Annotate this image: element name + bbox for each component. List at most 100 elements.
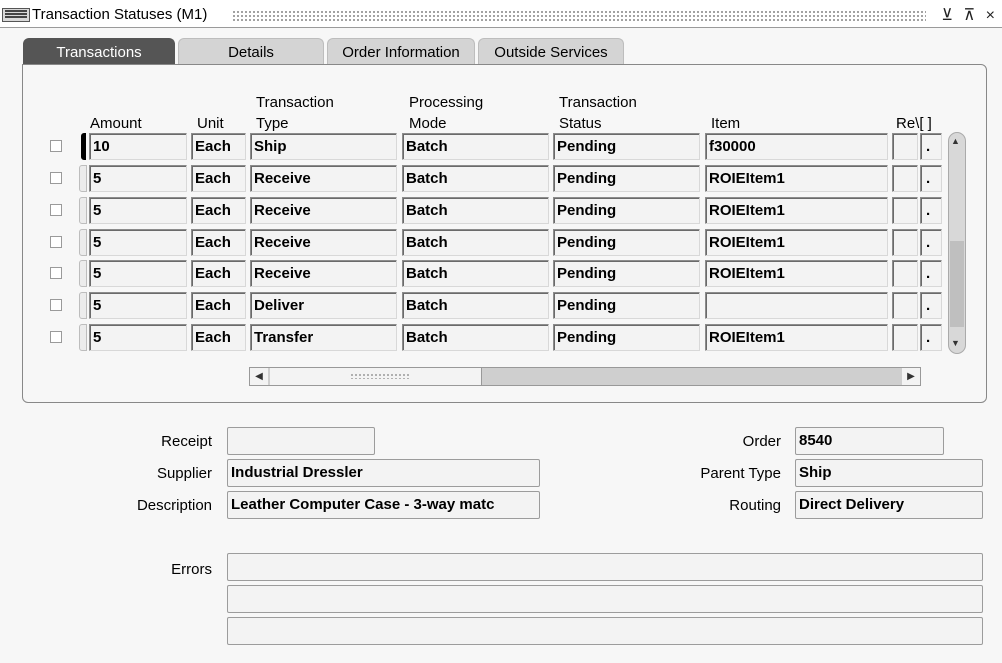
amount-cell[interactable]: 5: [89, 292, 187, 319]
processing-mode-cell[interactable]: Batch: [402, 165, 549, 192]
row-select-checkbox[interactable]: [50, 236, 62, 248]
column-header-processing-mode-line1: Processing: [409, 94, 484, 111]
processing-mode-cell[interactable]: Batch: [402, 197, 549, 224]
record-indicator[interactable]: [79, 197, 87, 224]
transaction-type-cell[interactable]: Receive: [250, 229, 397, 256]
vertical-scroll-thumb[interactable]: [950, 241, 964, 327]
errors-field-line-3[interactable]: [227, 617, 983, 645]
unit-cell[interactable]: Each: [191, 260, 246, 287]
horizontal-scroll-thumb[interactable]: [270, 368, 482, 385]
processing-mode-cell[interactable]: Batch: [402, 229, 549, 256]
item-cell[interactable]: ROIEItem1: [705, 260, 888, 287]
column-header-transaction-type-line1: Transaction: [256, 94, 334, 111]
row-select-checkbox[interactable]: [50, 172, 62, 184]
revision-cell[interactable]: [892, 229, 918, 256]
item-cell[interactable]: ROIEItem1: [705, 229, 888, 256]
supplier-label: Supplier: [156, 465, 212, 482]
amount-cell[interactable]: 5: [89, 229, 187, 256]
column-header-unit: Unit: [197, 115, 224, 132]
revision-cell[interactable]: [892, 197, 918, 224]
revision-cell[interactable]: [892, 133, 918, 160]
tab-outside-services[interactable]: Outside Services: [478, 38, 624, 66]
revision-cell[interactable]: [892, 165, 918, 192]
window-controls[interactable]: ⊻ ⊼ ×: [941, 5, 998, 25]
row-select-checkbox[interactable]: [50, 204, 62, 216]
parent-type-field[interactable]: Ship: [795, 459, 983, 487]
lov-button[interactable]: .: [920, 260, 942, 287]
receipt-field[interactable]: [227, 427, 375, 455]
lov-button[interactable]: .: [920, 165, 942, 192]
row-select-checkbox[interactable]: [50, 140, 62, 152]
routing-field[interactable]: Direct Delivery: [795, 491, 983, 519]
tab-order-information[interactable]: Order Information: [327, 38, 475, 66]
lov-button[interactable]: .: [920, 229, 942, 256]
grid-vertical-scrollbar[interactable]: ▲ ▼: [948, 132, 966, 354]
grid-horizontal-scrollbar[interactable]: ◀ ▶: [249, 367, 921, 386]
record-indicator[interactable]: [79, 165, 87, 192]
amount-cell[interactable]: 5: [89, 165, 187, 192]
processing-mode-cell[interactable]: Batch: [402, 292, 549, 319]
transaction-type-cell[interactable]: Receive: [250, 165, 397, 192]
scroll-down-arrow-icon[interactable]: ▼: [951, 338, 960, 348]
revision-cell[interactable]: [892, 292, 918, 319]
row-select-checkbox[interactable]: [50, 299, 62, 311]
window-app-icon: [2, 8, 30, 22]
transaction-type-cell[interactable]: Ship: [250, 133, 397, 160]
transaction-status-cell[interactable]: Pending: [553, 324, 700, 351]
receipt-label: Receipt: [161, 433, 212, 450]
scroll-right-arrow-icon[interactable]: ▶: [902, 368, 920, 385]
lov-button[interactable]: .: [920, 324, 942, 351]
item-cell[interactable]: [705, 292, 888, 319]
order-field[interactable]: 8540: [795, 427, 944, 455]
tab-details[interactable]: Details: [178, 38, 324, 66]
column-header-transaction-type-line2: Type: [256, 115, 289, 132]
item-cell[interactable]: ROIEItem1: [705, 165, 888, 192]
item-cell[interactable]: f30000: [705, 133, 888, 160]
description-field[interactable]: Leather Computer Case - 3-way matc: [227, 491, 540, 519]
supplier-field[interactable]: Industrial Dressler: [227, 459, 540, 487]
title-bar-grip: [232, 10, 926, 22]
row-select-checkbox[interactable]: [50, 331, 62, 343]
revision-cell[interactable]: [892, 260, 918, 287]
processing-mode-cell[interactable]: Batch: [402, 324, 549, 351]
transaction-status-cell[interactable]: Pending: [553, 260, 700, 287]
errors-field-line-1[interactable]: [227, 553, 983, 581]
transaction-status-cell[interactable]: Pending: [553, 292, 700, 319]
amount-cell[interactable]: 5: [89, 197, 187, 224]
processing-mode-cell[interactable]: Batch: [402, 133, 549, 160]
transaction-type-cell[interactable]: Deliver: [250, 292, 397, 319]
scroll-left-arrow-icon[interactable]: ◀: [250, 368, 268, 385]
lov-button[interactable]: .: [920, 133, 942, 160]
unit-cell[interactable]: Each: [191, 292, 246, 319]
transaction-status-cell[interactable]: Pending: [553, 197, 700, 224]
revision-cell[interactable]: [892, 324, 918, 351]
record-indicator[interactable]: [79, 324, 87, 351]
unit-cell[interactable]: Each: [191, 229, 246, 256]
record-indicator[interactable]: [79, 260, 87, 287]
item-cell[interactable]: ROIEItem1: [705, 324, 888, 351]
transaction-type-cell[interactable]: Receive: [250, 197, 397, 224]
lov-button[interactable]: .: [920, 197, 942, 224]
description-label: Description: [136, 497, 212, 514]
record-indicator[interactable]: [79, 229, 87, 256]
unit-cell[interactable]: Each: [191, 324, 246, 351]
errors-field-line-2[interactable]: [227, 585, 983, 613]
processing-mode-cell[interactable]: Batch: [402, 260, 549, 287]
transaction-type-cell[interactable]: Receive: [250, 260, 397, 287]
unit-cell[interactable]: Each: [191, 165, 246, 192]
amount-cell[interactable]: 5: [89, 324, 187, 351]
transaction-status-cell[interactable]: Pending: [553, 229, 700, 256]
unit-cell[interactable]: Each: [191, 197, 246, 224]
transaction-status-cell[interactable]: Pending: [553, 133, 700, 160]
transaction-status-cell[interactable]: Pending: [553, 165, 700, 192]
record-indicator[interactable]: [79, 292, 87, 319]
amount-cell[interactable]: 10: [89, 133, 187, 160]
item-cell[interactable]: ROIEItem1: [705, 197, 888, 224]
row-select-checkbox[interactable]: [50, 267, 62, 279]
amount-cell[interactable]: 5: [89, 260, 187, 287]
lov-button[interactable]: .: [920, 292, 942, 319]
scroll-up-arrow-icon[interactable]: ▲: [951, 136, 960, 146]
tab-transactions[interactable]: Transactions: [23, 38, 175, 66]
transaction-type-cell[interactable]: Transfer: [250, 324, 397, 351]
unit-cell[interactable]: Each: [191, 133, 246, 160]
